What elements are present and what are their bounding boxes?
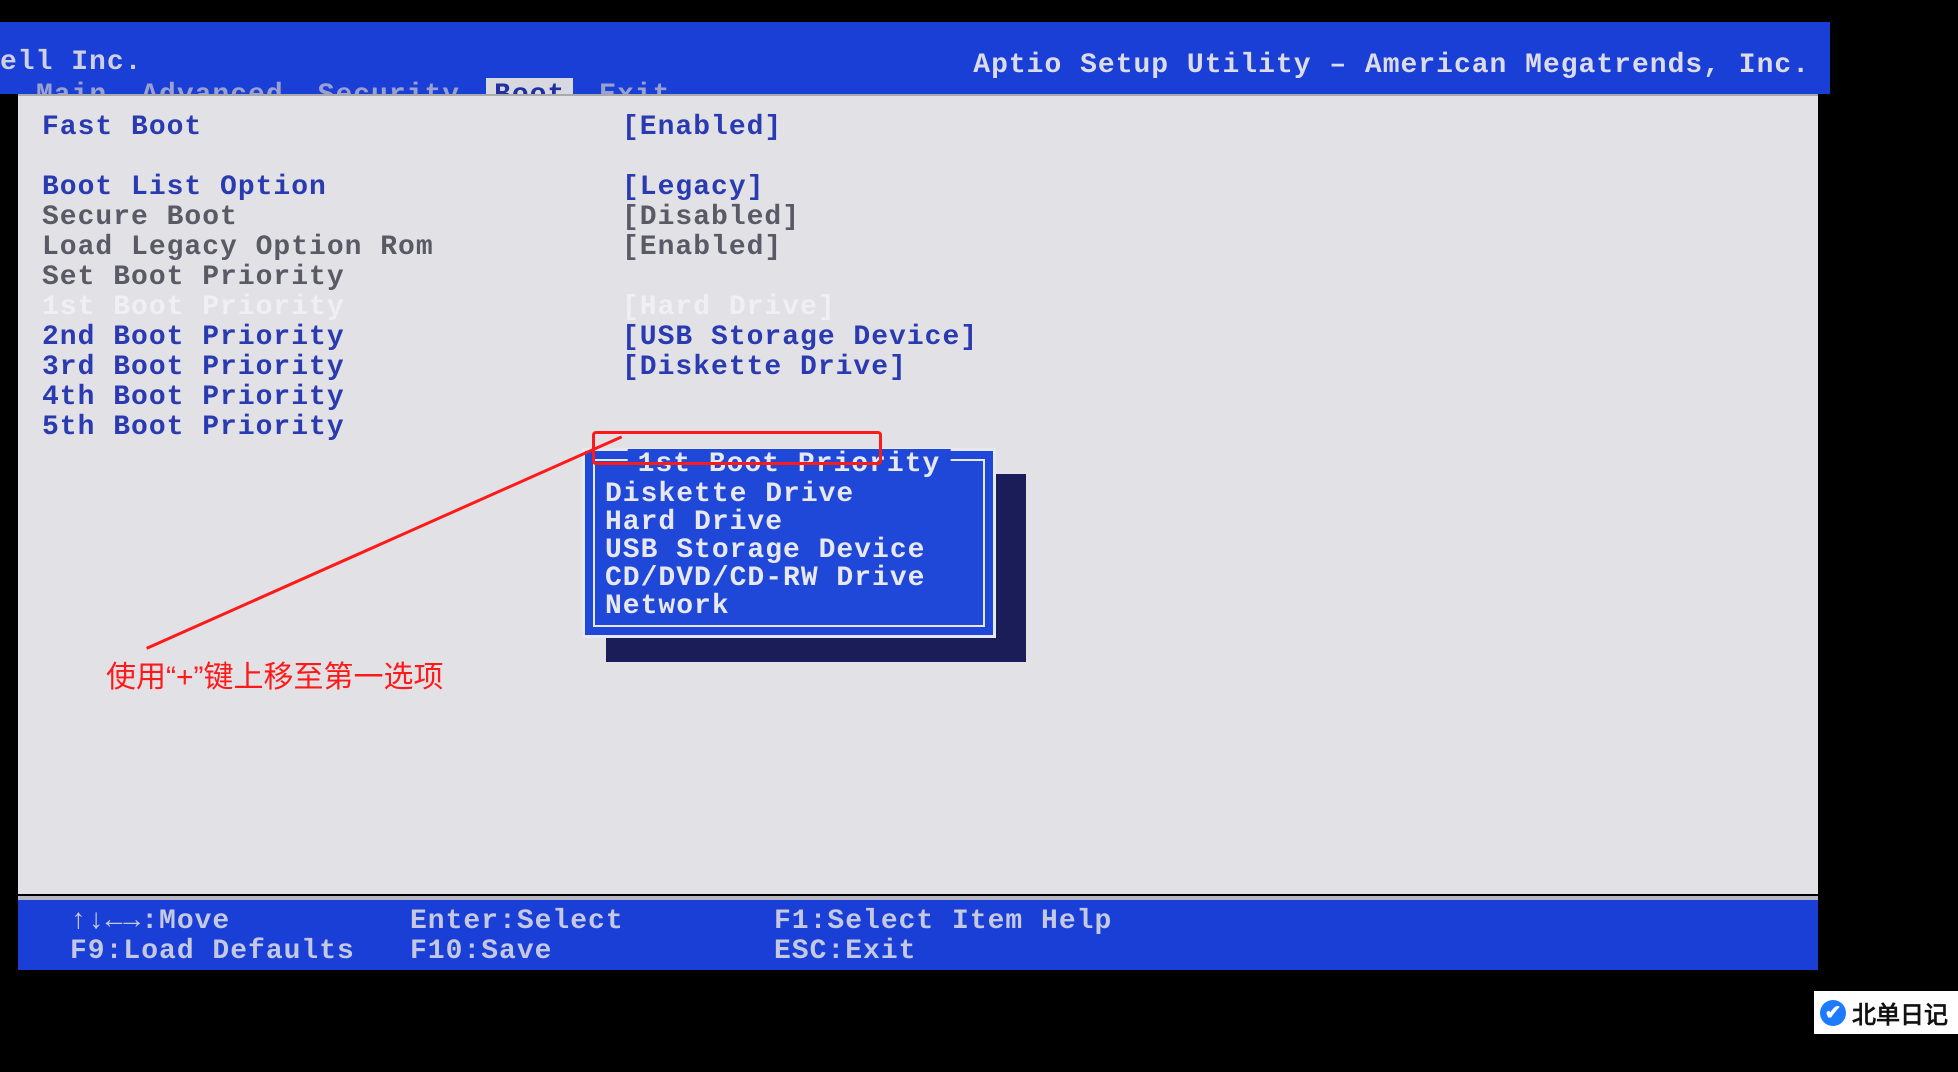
- watermark-icon: ✔: [1820, 1000, 1846, 1026]
- label-2nd-boot: 2nd Boot Priority: [42, 322, 622, 353]
- hint-move: ↑↓←→:Move: [70, 906, 230, 937]
- row-3rd-boot[interactable]: 3rd Boot Priority [Diskette Drive]: [42, 352, 1242, 382]
- value-secure-boot: [Disabled]: [622, 202, 800, 233]
- label-set-boot-priority: Set Boot Priority: [42, 262, 622, 293]
- popup-item-usb-storage[interactable]: USB Storage Device: [605, 535, 925, 563]
- label-5th-boot: 5th Boot Priority: [42, 412, 622, 443]
- popup-item-diskette[interactable]: Diskette Drive: [605, 479, 925, 507]
- popup-items: Diskette Drive Hard Drive USB Storage De…: [605, 479, 925, 619]
- label-fast-boot: Fast Boot: [42, 112, 622, 143]
- label-secure-boot: Secure Boot: [42, 202, 622, 233]
- hint-f9: F9:Load Defaults: [70, 936, 355, 967]
- row-load-legacy-option-rom[interactable]: Load Legacy Option Rom [Enabled]: [42, 232, 1242, 262]
- row-boot-list-option[interactable]: Boot List Option [Legacy]: [42, 172, 1242, 202]
- popup-item-hard-drive[interactable]: Hard Drive: [605, 507, 925, 535]
- popup-item-cd-dvd[interactable]: CD/DVD/CD-RW Drive: [605, 563, 925, 591]
- label-1st-boot: 1st Boot Priority: [42, 292, 622, 323]
- vendor-label: ell Inc.: [0, 47, 142, 78]
- hint-enter: Enter:Select: [410, 906, 624, 937]
- annotation-highlight-box: [592, 431, 882, 465]
- watermark: ✔ 北单日记: [1814, 991, 1958, 1034]
- label-3rd-boot: 3rd Boot Priority: [42, 352, 622, 383]
- label-load-legacy: Load Legacy Option Rom: [42, 232, 622, 263]
- header-bar: ell Inc. Aptio Setup Utility – American …: [0, 22, 1830, 94]
- row-2nd-boot[interactable]: 2nd Boot Priority [USB Storage Device]: [42, 322, 1242, 352]
- annotation-text: 使用“+”键上移至第一选项: [106, 652, 444, 696]
- row-secure-boot[interactable]: Secure Boot [Disabled]: [42, 202, 1242, 232]
- row-fast-boot[interactable]: Fast Boot [Enabled]: [42, 112, 1242, 142]
- boot-priority-popup: 1st Boot Priority Diskette Drive Hard Dr…: [582, 448, 996, 638]
- settings-list: Fast Boot [Enabled] Boot List Option [Le…: [42, 112, 1242, 442]
- footer-bar: ↑↓←→:Move F9:Load Defaults Enter:Select …: [18, 900, 1818, 970]
- row-4th-boot[interactable]: 4th Boot Priority: [42, 382, 1242, 412]
- value-load-legacy: [Enabled]: [622, 232, 782, 263]
- hint-f10: F10:Save: [410, 936, 552, 967]
- row-set-boot-priority[interactable]: Set Boot Priority: [42, 262, 1242, 292]
- row-1st-boot[interactable]: 1st Boot Priority [Hard Drive]: [42, 292, 1242, 322]
- hint-esc: ESC:Exit: [774, 936, 916, 967]
- value-boot-list-option: [Legacy]: [622, 172, 764, 203]
- label-4th-boot: 4th Boot Priority: [42, 382, 622, 413]
- value-1st-boot: [Hard Drive]: [622, 292, 836, 323]
- watermark-text: 北单日记: [1852, 995, 1948, 1030]
- value-3rd-boot: [Diskette Drive]: [622, 352, 907, 383]
- value-2nd-boot: [USB Storage Device]: [622, 322, 978, 353]
- utility-title: Aptio Setup Utility – American Megatrend…: [973, 50, 1810, 81]
- hint-f1: F1:Select Item Help: [774, 906, 1112, 937]
- popup-item-network[interactable]: Network: [605, 591, 925, 619]
- bios-screen: ell Inc. Aptio Setup Utility – American …: [0, 0, 1958, 1072]
- label-boot-list-option: Boot List Option: [42, 172, 622, 203]
- main-panel: Fast Boot [Enabled] Boot List Option [Le…: [18, 94, 1818, 894]
- value-fast-boot: [Enabled]: [622, 112, 782, 143]
